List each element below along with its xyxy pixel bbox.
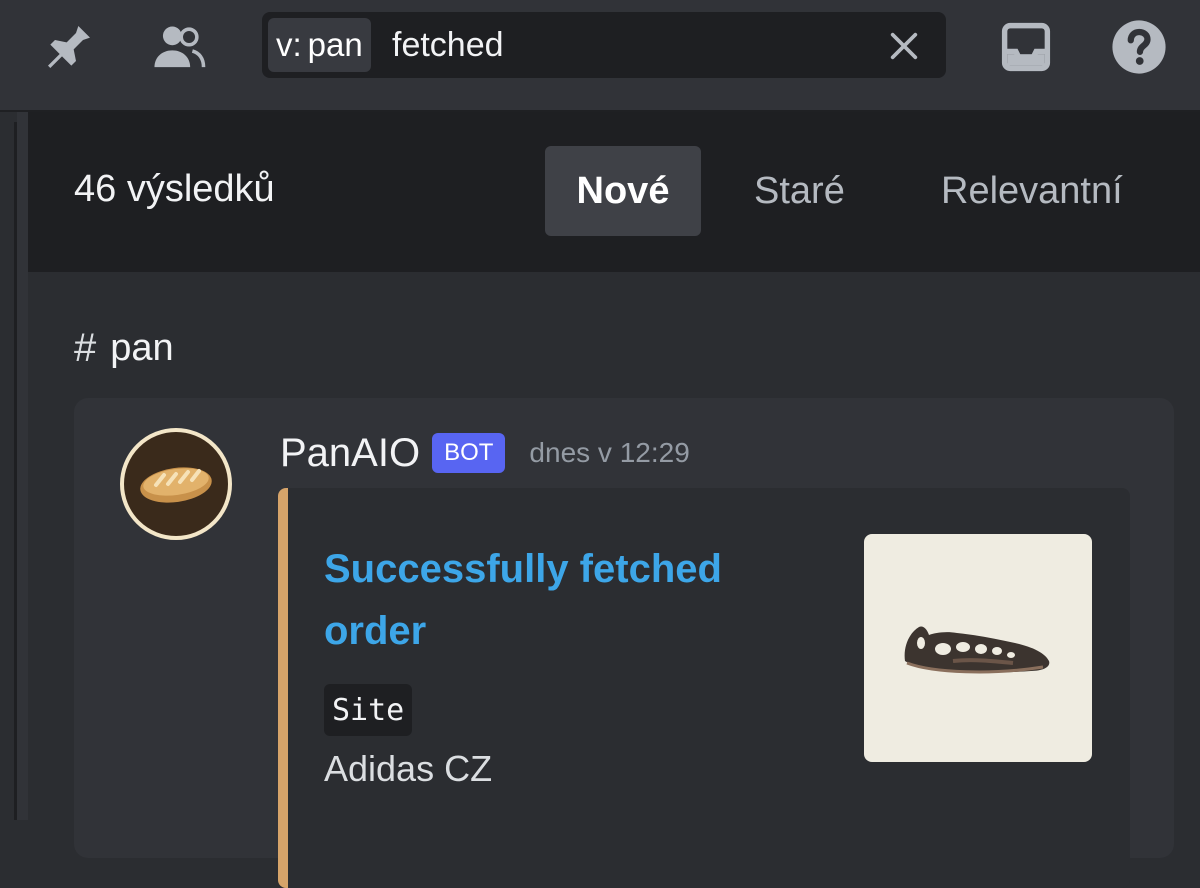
results-count: 46 výsledků — [74, 168, 275, 210]
close-icon[interactable] — [882, 24, 926, 68]
embed-field-value: Adidas CZ — [324, 748, 493, 789]
message-header: PanAIO BOT dnes v 12:29 — [280, 428, 690, 478]
sort-tab-old[interactable]: Staré — [726, 146, 873, 236]
search-results-header: 46 výsledků Nové Staré Relevantní — [28, 112, 1200, 272]
author-name[interactable]: PanAIO — [280, 431, 420, 476]
filter-key: v: — [276, 26, 302, 63]
panel-gap — [17, 112, 28, 820]
result-channel-header[interactable]: # pan — [74, 326, 174, 371]
embed-field-name: Site — [324, 684, 413, 736]
hash-icon: # — [74, 326, 97, 370]
avatar[interactable] — [120, 428, 232, 540]
channel-name: pan — [110, 327, 174, 369]
message-timestamp: dnes v 12:29 — [529, 437, 690, 468]
search-input[interactable]: fetched — [392, 12, 504, 78]
filter-value: pan — [307, 26, 363, 63]
channel-toolbar: v: pan fetched — [0, 0, 1200, 112]
sort-tab-new[interactable]: Nové — [545, 146, 701, 236]
embed-title[interactable]: Successfully fetched order — [324, 538, 794, 662]
inbox-icon[interactable] — [997, 18, 1055, 76]
search-filter-chip[interactable]: v: pan — [268, 18, 371, 72]
search-results-list: # pan PanAIO BOT dnes v 12:29 Successful… — [28, 272, 1200, 888]
bread-icon — [140, 467, 212, 503]
members-icon[interactable] — [150, 18, 208, 76]
search-result-message[interactable]: PanAIO BOT dnes v 12:29 Successfully fet… — [74, 398, 1174, 888]
help-icon[interactable] — [1110, 18, 1168, 76]
bot-badge: BOT — [432, 433, 506, 473]
message-embed: Successfully fetched order Site Adidas C… — [278, 488, 1130, 888]
search-box[interactable]: v: pan fetched — [262, 12, 946, 78]
pin-icon[interactable] — [40, 18, 98, 76]
sort-tab-relevant[interactable]: Relevantní — [913, 146, 1151, 236]
shoe-icon — [904, 626, 1050, 674]
shoe-thumbnail[interactable] — [864, 534, 1092, 762]
